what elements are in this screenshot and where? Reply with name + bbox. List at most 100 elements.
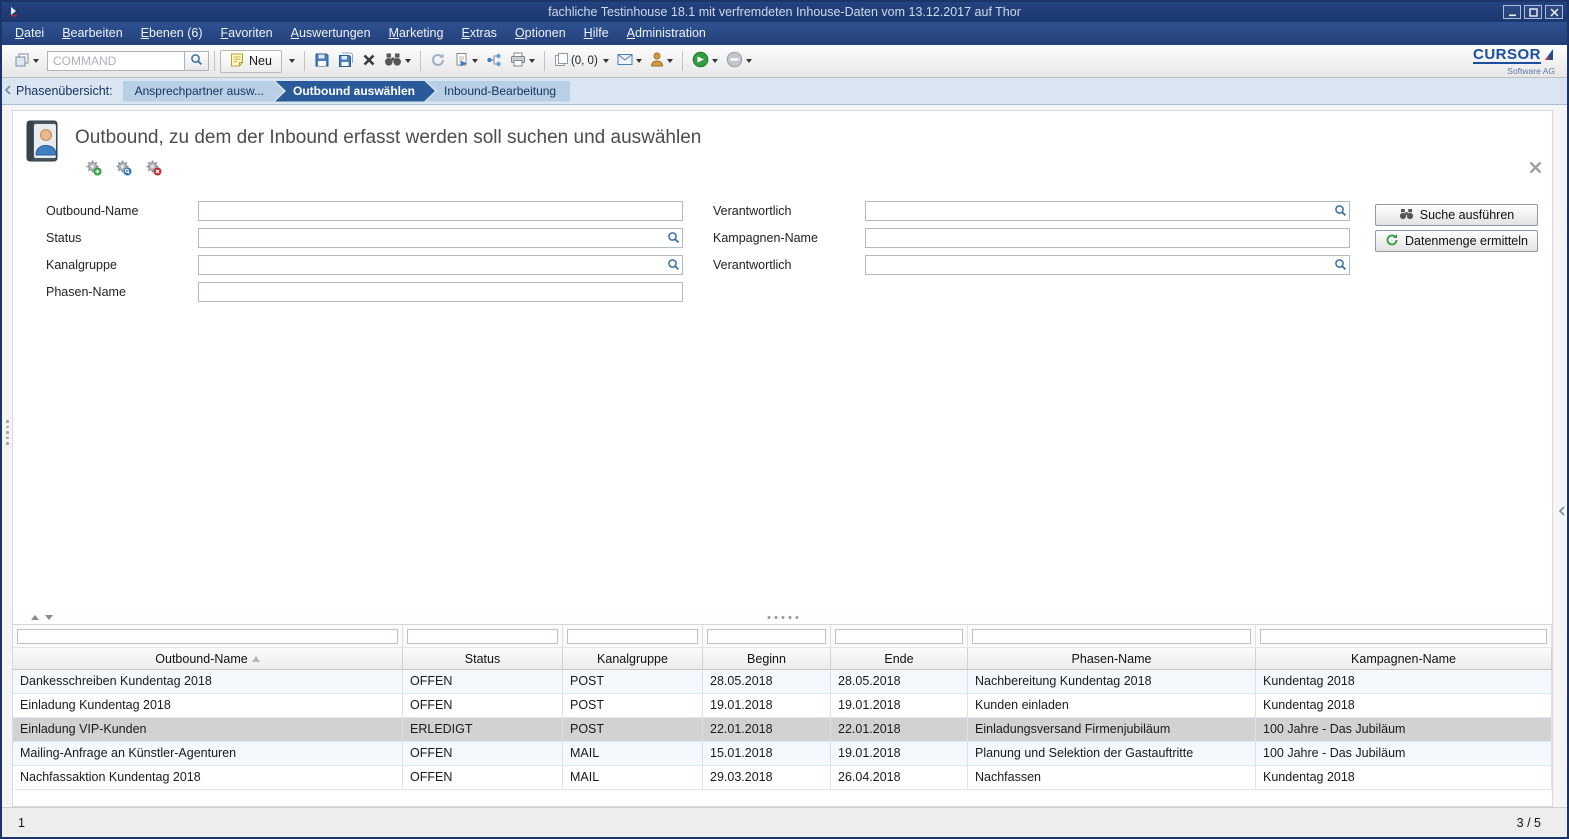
workflow-button[interactable] [482,49,506,74]
menu-favoriten[interactable]: Favoriten [212,22,282,45]
workspace: Outbound, zu dem der Inbound erfasst wer… [2,105,1567,837]
phase-inbound-bearbeitung[interactable]: Inbound-Bearbeitung [426,81,570,102]
search-records-button[interactable] [380,49,415,73]
table-row[interactable]: Nachfassaktion Kundentag 2018 OFFEN MAIL… [13,766,1552,790]
send-document-button[interactable] [450,49,482,73]
kampagnen-name-input[interactable] [865,228,1350,248]
minimize-button[interactable] [1503,5,1521,19]
filter-beginn[interactable] [707,629,826,644]
table-row-selected[interactable]: Einladung VIP-Kunden ERLEDIGT POST 22.01… [13,718,1552,742]
cell-ende: 26.04.2018 [831,766,968,789]
save-button[interactable] [310,49,334,74]
cell-ende: 19.01.2018 [831,694,968,717]
menu-hilfe[interactable]: Hilfe [575,22,618,45]
phase-outbound-auswaehlen[interactable]: Outbound auswählen [275,81,435,102]
panel-collapse-left-handle[interactable] [4,84,11,98]
maximize-button[interactable] [1524,5,1542,19]
menu-optionen[interactable]: Optionen [506,22,575,45]
kanalgruppe-lookup-icon[interactable] [667,258,680,274]
cell-outbound-name: Mailing-Anfrage an Künstler-Agenturen [13,742,403,765]
close-button[interactable] [1545,5,1563,19]
cell-outbound-name: Einladung Kundentag 2018 [13,694,403,717]
verantwortlich-2-lookup-icon[interactable] [1334,258,1347,274]
column-label: Kampagnen-Name [1351,652,1456,666]
table-row[interactable]: Einladung Kundentag 2018 OFFEN POST 19.0… [13,694,1552,718]
outbound-name-input[interactable] [198,201,683,221]
verantwortlich-1-lookup-icon[interactable] [1334,204,1347,220]
column-header-status[interactable]: Status [403,648,563,669]
search-delete-icon[interactable] [145,159,162,179]
verantwortlich-1-input[interactable] [865,201,1350,221]
execute-search-label: Suche ausführen [1420,208,1515,222]
sort-ascending-icon [252,656,260,662]
main-panel: Outbound, zu dem der Inbound erfasst wer… [12,110,1553,807]
execute-search-button[interactable]: Suche ausführen [1375,204,1538,226]
panel-close-icon[interactable] [1529,161,1542,177]
window-switch-button[interactable] [10,49,43,74]
filter-phasen-name[interactable] [972,629,1251,644]
cursor-sail-icon [1543,47,1555,65]
search-new-icon[interactable] [85,159,102,179]
menu-extras[interactable]: Extras [452,22,505,45]
verantwortlich-2-input[interactable] [865,255,1350,275]
phasen-name-input[interactable] [198,282,683,302]
phase-ansprechpartner[interactable]: Ansprechpartner ausw... [123,81,284,102]
left-splitter-grip[interactable] [6,420,9,445]
count-data-button[interactable]: Datenmenge ermitteln [1375,230,1538,252]
result-table: Outbound-Name Status Kanalgruppe Beginn … [13,624,1552,790]
command-input[interactable] [47,51,185,71]
refresh-button[interactable] [426,49,450,74]
cell-ende: 28.05.2018 [831,670,968,693]
filter-outbound-name[interactable] [17,629,398,644]
toolbar-separator [420,51,421,71]
save-all-button[interactable] [334,49,358,74]
print-button[interactable] [506,49,539,73]
new-dropdown-button[interactable] [282,56,299,66]
filter-kanalgruppe[interactable] [567,629,698,644]
cell-kanalgruppe: POST [563,694,703,717]
go-forward-button[interactable] [688,48,722,74]
column-header-kampagnen-name[interactable]: Kampagnen-Name [1256,648,1552,669]
column-header-ende[interactable]: Ende [831,648,968,669]
user-button[interactable] [646,49,677,73]
window-title: fachliche Testinhouse 18.1 mit verfremde… [2,5,1567,19]
menu-ebenen[interactable]: Ebenen (6) [132,22,212,45]
app-window: { "window": { "title": "fachliche Testin… [0,0,1569,839]
splitter-collapse-controls[interactable] [31,615,53,620]
column-header-outbound-name[interactable]: Outbound-Name [13,648,403,669]
menu-datei[interactable]: Datei [6,22,53,45]
address-book-person-icon [23,119,61,166]
command-search-button[interactable] [185,51,209,71]
column-header-kanalgruppe[interactable]: Kanalgruppe [563,648,703,669]
filter-kampagnen-name[interactable] [1260,629,1547,644]
field-label-kampagnen-name: Kampagnen-Name [713,231,865,245]
cell-kanalgruppe: MAIL [563,766,703,789]
panel-collapse-right-handle[interactable] [1558,505,1565,519]
titlebar: fachliche Testinhouse 18.1 mit verfremde… [2,2,1567,22]
filter-ende[interactable] [835,629,963,644]
record-counter-button[interactable]: (0, 0) [550,49,613,73]
status-lookup-icon[interactable] [667,231,680,247]
menu-administration[interactable]: Administration [618,22,715,45]
menu-marketing[interactable]: Marketing [380,22,453,45]
field-label-verantwortlich-1: Verantwortlich [713,204,865,218]
cell-kanalgruppe: POST [563,670,703,693]
menu-auswertungen[interactable]: Auswertungen [282,22,380,45]
splitter-handle[interactable] [13,611,1552,624]
column-header-beginn[interactable]: Beginn [703,648,831,669]
delete-button[interactable] [358,50,380,73]
mail-button[interactable] [613,50,646,72]
go-back-disabled-button[interactable] [722,48,756,74]
menu-bearbeiten[interactable]: Bearbeiten [53,22,131,45]
pages-icon [554,52,569,70]
status-input[interactable] [198,228,683,248]
search-open-icon[interactable] [115,159,132,179]
table-row[interactable]: Mailing-Anfrage an Künstler-Agenturen OF… [13,742,1552,766]
filter-status[interactable] [407,629,558,644]
printer-icon [510,52,526,70]
column-header-phasen-name[interactable]: Phasen-Name [968,648,1256,669]
kanalgruppe-input[interactable] [198,255,683,275]
column-label: Outbound-Name [155,652,247,666]
table-row[interactable]: Dankesschreiben Kundentag 2018 OFFEN POS… [13,670,1552,694]
new-button[interactable]: Neu [220,50,282,73]
